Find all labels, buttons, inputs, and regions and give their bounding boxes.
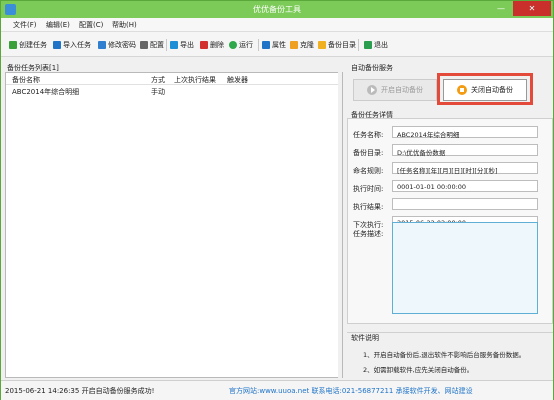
change-password-label: 修改密码 <box>108 41 136 49</box>
website-contact[interactable]: 官方网站:www.uuoa.net 联系电话:021-56877211 承接软件… <box>229 386 473 396</box>
plus-icon <box>9 41 17 49</box>
software-info: 软件说明 1、开启自动备份后,退出软件不影响后台服务备份数据。 2、如需卸载软件… <box>347 332 553 379</box>
delete-button[interactable]: 删除 <box>200 40 224 50</box>
config-label: 配置 <box>150 41 164 49</box>
backup-directory-button[interactable]: 备份目录 <box>318 40 356 50</box>
title-bar: 优优备份工具 — ✕ <box>1 1 553 18</box>
status-message: 2015-06-21 14:26:35 开启自动备份服务成功! <box>5 387 155 395</box>
config-button[interactable]: 配置 <box>140 40 164 50</box>
app-window: 优优备份工具 — ✕ 文件(F) 编辑(E) 配置(C) 帮助(H) 创建任务 … <box>0 0 554 400</box>
column-trigger[interactable]: 触发器 <box>227 75 248 85</box>
menu-config[interactable]: 配置(C) <box>79 20 103 30</box>
task-list-scrollbar[interactable] <box>338 72 342 378</box>
import-task-label: 导入任务 <box>63 41 91 49</box>
task-list[interactable]: 备份名称 方式 上次执行结果 触发器 ABC2014年综合明细 手动 <box>5 72 343 378</box>
start-auto-backup-label: 开启自动备份 <box>381 86 423 94</box>
stop-auto-backup-button[interactable]: 关闭自动备份 <box>443 79 527 101</box>
clone-button[interactable]: 克隆 <box>290 40 314 50</box>
change-password-button[interactable]: 修改密码 <box>98 40 136 50</box>
play-icon <box>367 85 377 95</box>
task-mode: 手动 <box>151 88 165 96</box>
label-task-description: 任务描述: <box>353 230 384 238</box>
exit-icon <box>364 41 372 49</box>
run-button[interactable]: 运行 <box>229 40 253 50</box>
import-icon <box>53 41 61 49</box>
menu-edit[interactable]: 编辑(E) <box>46 20 70 30</box>
start-auto-backup-button[interactable]: 开启自动备份 <box>353 79 437 101</box>
exit-label: 退出 <box>374 41 388 49</box>
export-icon <box>170 41 178 49</box>
label-execution-time: 执行时间: <box>353 185 384 193</box>
key-icon <box>98 41 106 49</box>
gear-icon <box>140 41 148 49</box>
properties-label: 属性 <box>272 41 286 49</box>
label-execution-result: 执行结果: <box>353 203 384 211</box>
create-task-button[interactable]: 创建任务 <box>9 40 47 50</box>
field-backup-directory[interactable]: D:\优优备份数据 <box>392 144 538 157</box>
menu-file[interactable]: 文件(F) <box>13 20 37 30</box>
software-info-title: 软件说明 <box>351 334 379 342</box>
exit-button[interactable]: 退出 <box>364 40 388 50</box>
menu-bar: 文件(F) 编辑(E) 配置(C) 帮助(H) <box>1 18 553 32</box>
window-title: 优优备份工具 <box>253 5 301 14</box>
right-panel: 自动备份服务 开启自动备份 关闭自动备份 备份任务详情 任务名称: ABC2014… <box>347 57 553 380</box>
create-task-label: 创建任务 <box>19 41 47 49</box>
column-mode[interactable]: 方式 <box>151 75 165 85</box>
software-info-line-1: 1、开启自动备份后,退出软件不影响后台服务备份数据。 <box>363 351 526 359</box>
service-title: 自动备份服务 <box>351 64 393 72</box>
column-last-result[interactable]: 上次执行结果 <box>174 75 216 85</box>
task-description-box[interactable] <box>392 222 538 314</box>
clone-icon <box>290 41 298 49</box>
stop-icon <box>457 85 467 95</box>
software-info-line-2: 2、如需卸载软件,应先关闭自动备份。 <box>363 366 474 374</box>
close-button[interactable]: ✕ <box>513 1 551 16</box>
task-list-header: 备份名称 方式 上次执行结果 触发器 <box>6 73 342 85</box>
status-bar: 2015-06-21 14:26:35 开启自动备份服务成功! 官方网站:www… <box>1 380 553 400</box>
delete-icon <box>200 41 208 49</box>
field-naming-rule[interactable]: [任务名称][年][月][日][时][分][秒] <box>392 162 538 175</box>
import-task-button[interactable]: 导入任务 <box>53 40 91 50</box>
properties-button[interactable]: 属性 <box>262 40 286 50</box>
properties-icon <box>262 41 270 49</box>
task-details: 任务名称: ABC2014年综合明细 备份目录: D:\优优备份数据 命名规则: [任… <box>347 118 553 324</box>
backup-directory-label: 备份目录 <box>328 41 356 49</box>
export-button[interactable]: 导出 <box>170 40 194 50</box>
field-execution-time[interactable]: 0001-01-01 00:00:00 <box>392 180 538 192</box>
menu-help[interactable]: 帮助(H) <box>112 20 137 30</box>
task-row[interactable]: ABC2014年综合明细 手动 <box>6 86 342 97</box>
field-task-name[interactable]: ABC2014年综合明细 <box>392 126 538 139</box>
label-naming-rule: 命名规则: <box>353 167 384 175</box>
export-label: 导出 <box>180 41 194 49</box>
field-execution-result[interactable] <box>392 198 538 210</box>
delete-label: 删除 <box>210 41 224 49</box>
toolbar: 创建任务 导入任务 修改密码 配置 导出 删除 运行 属性 克隆 备份目录 退出 <box>1 32 553 57</box>
minimize-button[interactable]: — <box>490 1 512 16</box>
task-name: ABC2014年综合明细 <box>12 88 80 96</box>
folder-icon <box>318 41 326 49</box>
label-backup-directory: 备份目录: <box>353 149 384 157</box>
label-task-name: 任务名称: <box>353 131 384 139</box>
run-label: 运行 <box>239 41 253 49</box>
column-backup-name[interactable]: 备份名称 <box>12 75 40 85</box>
clone-label: 克隆 <box>300 41 314 49</box>
play-icon <box>229 41 237 49</box>
stop-auto-backup-label: 关闭自动备份 <box>471 86 513 94</box>
